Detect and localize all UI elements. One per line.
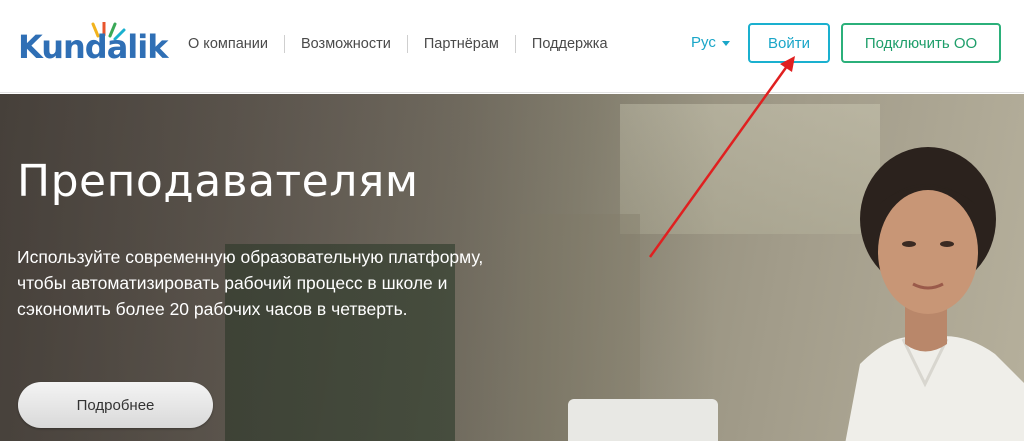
hero-title: Преподавателям xyxy=(17,156,419,207)
language-label: Рус xyxy=(691,34,716,51)
login-button[interactable]: Войти xyxy=(748,23,830,63)
site-header: Kundalik О компании Возможности Партнёра… xyxy=(0,0,1024,93)
nav-features[interactable]: Возможности xyxy=(283,35,407,53)
nav-support[interactable]: Поддержка xyxy=(514,35,624,53)
nav-about[interactable]: О компании xyxy=(178,35,284,53)
language-selector[interactable]: Рус xyxy=(691,34,730,51)
teacher-photo xyxy=(845,147,1024,441)
hero-banner: Преподавателям Используйте современную о… xyxy=(0,94,1024,441)
more-button[interactable]: Подробнее xyxy=(18,382,213,428)
hero-description: Используйте современную образовательную … xyxy=(17,244,557,322)
laptop-image xyxy=(568,399,718,441)
hero-description-line: сэкономить более 20 рабочих часов в четв… xyxy=(17,299,408,319)
logo-text: Kundalik xyxy=(18,28,169,66)
connect-school-button[interactable]: Подключить ОО xyxy=(841,23,1001,63)
main-nav: О компании Возможности Партнёрам Поддерж… xyxy=(178,34,624,54)
nav-partners[interactable]: Партнёрам xyxy=(406,35,515,53)
hero-description-line: чтобы автоматизировать рабочий процесс в… xyxy=(17,273,448,293)
chevron-down-icon xyxy=(721,41,730,46)
logo[interactable]: Kundalik xyxy=(18,22,178,72)
hero-description-line: Используйте современную образовательную … xyxy=(17,247,484,267)
